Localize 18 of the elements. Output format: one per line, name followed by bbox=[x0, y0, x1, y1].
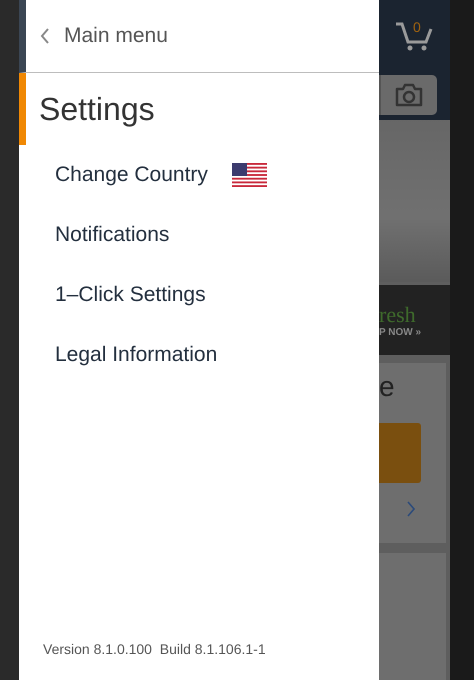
card-heading: e bbox=[379, 370, 396, 404]
menu-item[interactable]: Legal Information bbox=[55, 325, 379, 385]
menu-item[interactable]: Notifications bbox=[55, 205, 379, 265]
promo-banner[interactable]: resh P NOW » bbox=[379, 285, 450, 355]
promo-link: P NOW » bbox=[379, 326, 422, 338]
flag-icon bbox=[232, 163, 267, 187]
camera-icon[interactable] bbox=[394, 83, 424, 107]
menu-item[interactable]: Change Country bbox=[55, 145, 379, 205]
back-icon bbox=[40, 27, 50, 45]
search-field[interactable] bbox=[379, 75, 437, 115]
promo-text: resh bbox=[379, 302, 417, 326]
back-label: Main menu bbox=[64, 24, 168, 48]
cart-icon[interactable] bbox=[394, 20, 434, 52]
chevron-right-icon[interactable] bbox=[407, 501, 415, 517]
menu-item[interactable]: 1–Click Settings bbox=[55, 265, 379, 325]
version-text: Version 8.1.0.100 Build 8.1.106.1-1 bbox=[42, 641, 267, 657]
drawer-title: Settings bbox=[39, 90, 155, 128]
cart-count: 0 bbox=[413, 19, 421, 35]
